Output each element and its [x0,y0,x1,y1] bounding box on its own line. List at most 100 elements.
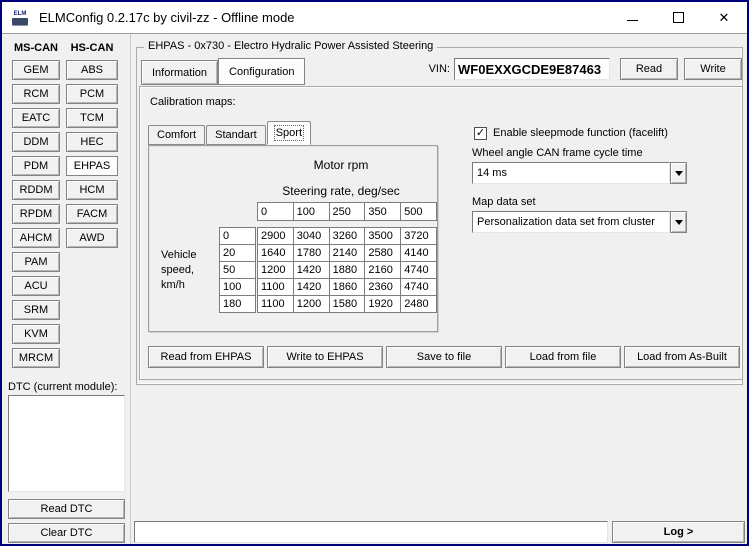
map-value-cell[interactable]: 2140 [329,245,365,262]
map-value-cell[interactable]: 1100 [258,279,294,296]
map-value-cell[interactable]: 2480 [401,296,437,313]
wheel-angle-label: Wheel angle CAN frame cycle time [472,147,643,159]
map-value-cell[interactable]: 2160 [365,262,401,279]
module-button-kvm[interactable]: KVM [12,324,60,344]
maximize-button[interactable] [655,2,701,33]
map-value-cell[interactable]: 4740 [401,279,437,296]
map-col-header[interactable]: 250 [329,203,365,221]
map-rows-title-line: Vehicle [161,248,196,263]
map-tab-comfort[interactable]: Comfort [148,125,205,145]
map-value-cell[interactable]: 1580 [329,296,365,313]
map-value-cell[interactable]: 2360 [365,279,401,296]
map-tab-standart[interactable]: Standart [206,125,266,145]
map-value-cell[interactable]: 2580 [365,245,401,262]
map-value-cell[interactable]: 1640 [258,245,294,262]
map-value-cell[interactable]: 1200 [293,296,329,313]
dtc-listbox[interactable] [8,395,125,492]
window-controls: ✕ [609,2,747,33]
map-row-label[interactable]: 50 [220,262,256,279]
map-row-label[interactable]: 180 [220,296,256,313]
title-bar: ELM ELMConfig 0.2.17c by civil-zz - Offl… [2,2,747,34]
map-value-cell[interactable]: 3260 [329,228,365,245]
map-col-header[interactable]: 100 [293,203,329,221]
vin-write-button[interactable]: Write [684,58,742,80]
wheel-angle-select[interactable]: 14 ms [472,162,687,184]
map-value-cell[interactable]: 2900 [258,228,294,245]
map-value-cell[interactable]: 4140 [401,245,437,262]
module-button-pcm[interactable]: PCM [66,84,118,104]
map-value-cell[interactable]: 1200 [258,262,294,279]
module-button-abs[interactable]: ABS [66,60,118,80]
map-value-cell[interactable]: 1420 [293,262,329,279]
app-icon: ELM [9,7,31,29]
action-button-write-to-ehpas[interactable]: Write to EHPAS [267,346,383,368]
tab-information[interactable]: Information [141,60,218,85]
sleepmode-checkbox[interactable]: ✓ [474,127,487,140]
module-button-facm[interactable]: FACM [66,204,118,224]
action-button-load-from-as-built[interactable]: Load from As-Built [624,346,740,368]
minimize-icon [627,20,638,21]
map-data-set-select[interactable]: Personalization data set from cluster [472,211,687,233]
map-data-set-dropdown-button[interactable] [670,211,687,233]
module-button-rcm[interactable]: RCM [12,84,60,104]
clear-dtc-button[interactable]: Clear DTC [8,523,125,543]
action-button-save-to-file[interactable]: Save to file [386,346,502,368]
map-data-set-value: Personalization data set from cluster [472,211,670,233]
map-row-label[interactable]: 20 [220,245,256,262]
map-value-cell[interactable]: 1920 [365,296,401,313]
module-button-rddm[interactable]: RDDM [12,180,60,200]
module-button-gem[interactable]: GEM [12,60,60,80]
module-button-ehpas[interactable]: EHPAS [66,156,118,176]
action-button-read-from-ehpas[interactable]: Read from EHPAS [148,346,264,368]
map-col-header[interactable]: 0 [258,203,294,221]
log-status-field[interactable] [134,521,608,543]
map-value-cell[interactable]: 3720 [401,228,437,245]
calibration-map-tabs: Comfort Standart Sport [148,121,312,145]
module-button-pdm[interactable]: PDM [12,156,60,176]
vin-label: VIN: [420,63,450,75]
map-value-cell[interactable]: 1860 [329,279,365,296]
map-col-header[interactable]: 350 [365,203,401,221]
map-value-cell[interactable]: 1780 [293,245,329,262]
module-button-mrcm[interactable]: MRCM [12,348,60,368]
chip-icon [12,18,28,25]
module-button-srm[interactable]: SRM [12,300,60,320]
module-button-acu[interactable]: ACU [12,276,60,296]
map-row-label[interactable]: 0 [220,228,256,245]
module-button-hec[interactable]: HEC [66,132,118,152]
action-button-load-from-file[interactable]: Load from file [505,346,621,368]
module-button-ddm[interactable]: DDM [12,132,60,152]
read-dtc-button[interactable]: Read DTC [8,499,125,519]
map-data-set-label: Map data set [472,196,536,208]
hs-can-column: HS-CANABSPCMTCMHECEHPASHCMFACMAWD [66,42,118,252]
module-button-ahcm[interactable]: AHCM [12,228,60,248]
vin-read-button[interactable]: Read [620,58,678,80]
log-toggle-button[interactable]: Log > [612,521,745,543]
map-value-cell[interactable]: 1100 [258,296,294,313]
wheel-angle-dropdown-button[interactable] [670,162,687,184]
map-row-label[interactable]: 100 [220,279,256,296]
map-tab-label: Standart [215,129,257,141]
calibration-maps-label: Calibration maps: [150,96,236,108]
map-tab-sport[interactable]: Sport [267,121,311,145]
minimize-button[interactable] [609,2,655,33]
map-value-cell[interactable]: 1420 [293,279,329,296]
app-window: ELM ELMConfig 0.2.17c by civil-zz - Offl… [0,0,749,546]
app-icon-text: ELM [14,11,27,17]
map-title: Motor rpm [257,158,425,172]
map-value-cell[interactable]: 3040 [293,228,329,245]
map-value-cell[interactable]: 4740 [401,262,437,279]
vin-input[interactable] [454,58,610,80]
module-button-pam[interactable]: PAM [12,252,60,272]
close-button[interactable]: ✕ [701,2,747,33]
module-button-tcm[interactable]: TCM [66,108,118,128]
tab-configuration[interactable]: Configuration [218,58,305,85]
map-value-cell[interactable]: 1880 [329,262,365,279]
module-button-hcm[interactable]: HCM [66,180,118,200]
map-value-cell[interactable]: 3500 [365,228,401,245]
module-button-rpdm[interactable]: RPDM [12,204,60,224]
module-button-eatc[interactable]: EATC [12,108,60,128]
map-col-header[interactable]: 500 [401,203,437,221]
module-button-awd[interactable]: AWD [66,228,118,248]
wheel-angle-value: 14 ms [472,162,670,184]
